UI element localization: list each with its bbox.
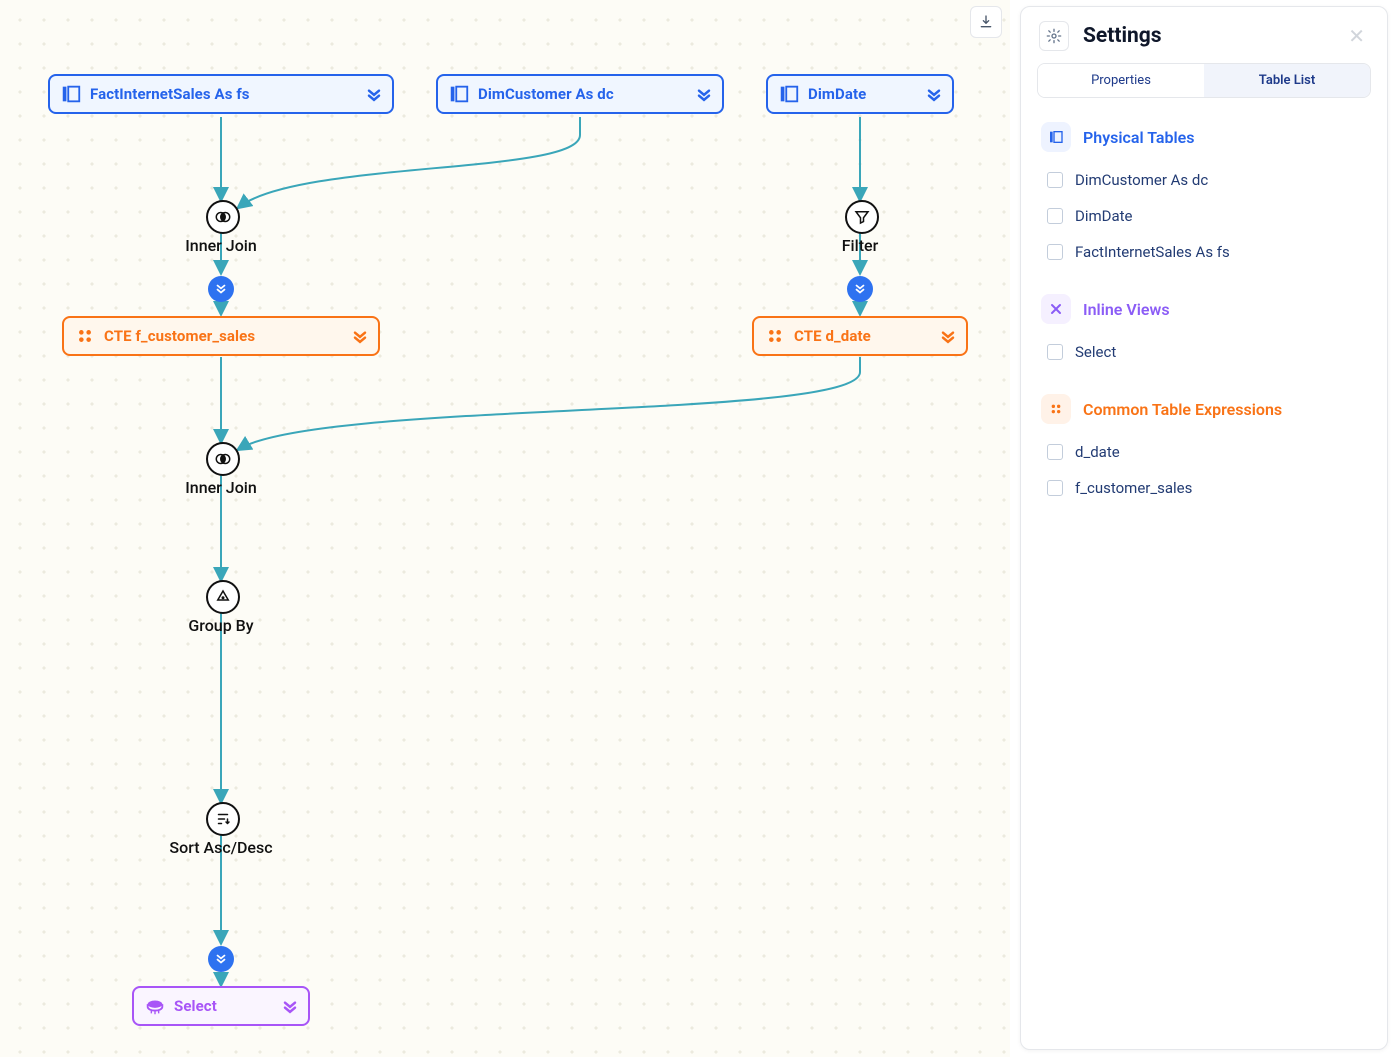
checkbox[interactable] xyxy=(1047,172,1063,188)
close-icon: ✕ xyxy=(1348,24,1365,48)
tab-properties[interactable]: Properties xyxy=(1038,64,1204,97)
checkbox[interactable] xyxy=(1047,344,1063,360)
expand-icon[interactable] xyxy=(280,996,300,1016)
node-label: CTE f_customer_sales xyxy=(104,327,255,345)
op-label: Sort Asc/Desc xyxy=(169,838,272,857)
list-item[interactable]: DimDate xyxy=(1041,198,1367,234)
node-label: CTE d_date xyxy=(794,327,871,345)
op-sort[interactable] xyxy=(206,802,240,836)
flow-badge xyxy=(208,276,234,302)
inner-join-icon xyxy=(214,450,232,468)
settings-panel: Settings ✕ Properties Table List Physica… xyxy=(1020,6,1388,1050)
expand-icon[interactable] xyxy=(350,326,370,346)
node-label: Select xyxy=(174,997,217,1015)
table-icon xyxy=(448,83,470,105)
op-inner-join-2[interactable] xyxy=(206,442,240,476)
list-item[interactable]: Select xyxy=(1041,334,1367,370)
node-dim-date[interactable]: DimDate xyxy=(766,74,954,114)
filter-icon xyxy=(853,208,871,226)
section-title: Physical Tables xyxy=(1083,128,1195,147)
node-select[interactable]: Select xyxy=(132,986,310,1026)
table-icon xyxy=(778,83,800,105)
checkbox[interactable] xyxy=(1047,444,1063,460)
checkbox[interactable] xyxy=(1047,244,1063,260)
op-label: Group By xyxy=(188,616,253,635)
node-cte-f-customer-sales[interactable]: CTE f_customer_sales xyxy=(62,316,380,356)
item-label: d_date xyxy=(1075,443,1120,461)
section-cte: Common Table Expressions d_date f_custom… xyxy=(1041,394,1367,506)
list-item[interactable]: FactInternetSales As fs xyxy=(1041,234,1367,270)
group-by-icon xyxy=(214,588,232,606)
expand-icon[interactable] xyxy=(924,84,944,104)
cte-icon xyxy=(764,325,786,347)
node-dim-customer[interactable]: DimCustomer As dc xyxy=(436,74,724,114)
list-item[interactable]: DimCustomer As dc xyxy=(1041,162,1367,198)
settings-button[interactable] xyxy=(1039,21,1069,51)
op-group-by[interactable] xyxy=(206,580,240,614)
list-item[interactable]: f_customer_sales xyxy=(1041,470,1367,506)
node-label: DimCustomer As dc xyxy=(478,85,614,103)
table-icon xyxy=(60,83,82,105)
item-label: DimDate xyxy=(1075,207,1133,225)
flow-badge xyxy=(847,276,873,302)
table-icon xyxy=(1041,122,1071,152)
section-title: Inline Views xyxy=(1083,300,1170,319)
item-label: f_customer_sales xyxy=(1075,479,1192,497)
item-label: DimCustomer As dc xyxy=(1075,171,1208,189)
item-label: FactInternetSales As fs xyxy=(1075,243,1230,261)
flow-badge xyxy=(208,946,234,972)
list-item[interactable]: d_date xyxy=(1041,434,1367,470)
node-cte-d-date[interactable]: CTE d_date xyxy=(752,316,968,356)
tab-table-list[interactable]: Table List xyxy=(1204,64,1370,97)
node-label: DimDate xyxy=(808,85,866,103)
inline-view-icon xyxy=(1041,294,1071,324)
query-diagram-canvas[interactable]: FactInternetSales As fs DimCustomer As d… xyxy=(0,0,1010,1057)
item-label: Select xyxy=(1075,343,1116,361)
sort-icon xyxy=(214,810,232,828)
panel-title: Settings xyxy=(1083,24,1162,48)
op-inner-join-1[interactable] xyxy=(206,200,240,234)
expand-icon[interactable] xyxy=(364,84,384,104)
cte-icon xyxy=(1041,394,1071,424)
op-label: Inner Join xyxy=(185,478,257,497)
download-icon xyxy=(978,14,994,30)
op-label: Filter xyxy=(842,236,879,255)
section-title: Common Table Expressions xyxy=(1083,400,1282,419)
section-inline-views: Inline Views Select xyxy=(1041,294,1367,370)
gear-icon xyxy=(1046,28,1062,44)
inner-join-icon xyxy=(214,208,232,226)
section-physical-tables: Physical Tables DimCustomer As dc DimDat… xyxy=(1041,122,1367,270)
panel-tabs: Properties Table List xyxy=(1037,63,1371,98)
select-icon xyxy=(144,995,166,1017)
op-label: Inner Join xyxy=(185,236,257,255)
op-filter[interactable] xyxy=(845,200,879,234)
download-button[interactable] xyxy=(970,6,1002,38)
checkbox[interactable] xyxy=(1047,208,1063,224)
expand-icon[interactable] xyxy=(694,84,714,104)
panel-titlebar: Settings ✕ xyxy=(1021,7,1387,63)
checkbox[interactable] xyxy=(1047,480,1063,496)
node-label: FactInternetSales As fs xyxy=(90,85,250,103)
edge-layer xyxy=(0,0,1010,1057)
expand-icon[interactable] xyxy=(938,326,958,346)
node-fact-internet-sales[interactable]: FactInternetSales As fs xyxy=(48,74,394,114)
close-button[interactable]: ✕ xyxy=(1344,22,1369,50)
cte-icon xyxy=(74,325,96,347)
